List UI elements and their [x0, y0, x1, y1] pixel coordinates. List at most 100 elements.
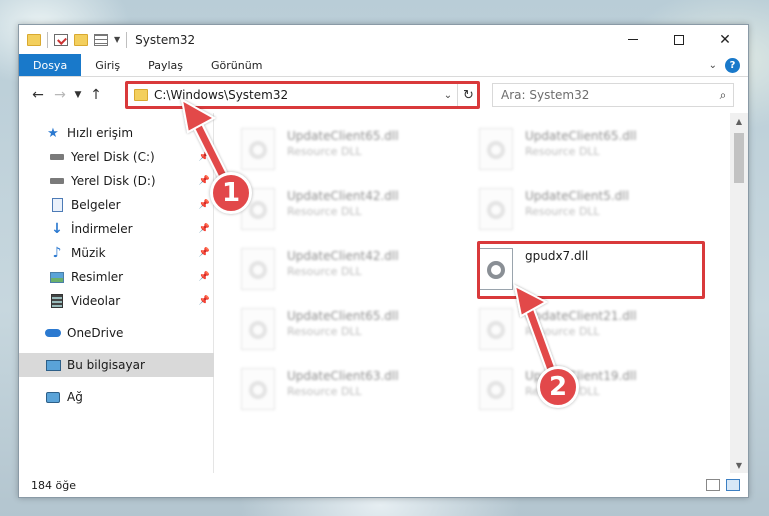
pin-icon[interactable]: 📌 [199, 176, 210, 186]
nav-label: Yerel Disk (D:) [71, 174, 156, 188]
quick-access-toolbar: ▼ [19, 31, 128, 48]
back-arrow-icon[interactable]: ← [27, 87, 49, 103]
pin-icon[interactable]: 📌 [199, 272, 210, 282]
tiles-view-icon[interactable] [726, 479, 740, 491]
tab-home[interactable]: Giriş [81, 54, 134, 76]
file-name: UpdateClient42.dll [287, 249, 399, 263]
scroll-thumb[interactable] [734, 133, 744, 183]
close-icon: ✕ [719, 31, 731, 48]
close-button[interactable]: ✕ [702, 25, 748, 54]
tab-file[interactable]: Dosya [19, 54, 82, 76]
documents-icon [49, 198, 65, 212]
pin-icon[interactable]: 📌 [199, 152, 210, 162]
details-view-icon[interactable] [706, 479, 720, 491]
ribbon-tabs: Dosya Giriş Paylaş Görünüm ⌄ ? [19, 54, 748, 77]
file-name: UpdateClient65.dll [287, 129, 399, 143]
minimize-button[interactable] [610, 25, 656, 54]
window-title: System32 [135, 32, 196, 47]
nav-label: İndirmeler [71, 222, 133, 236]
file-name: UpdateClient42.dll [287, 189, 399, 203]
nav-label: Videolar [71, 294, 121, 308]
nav-item-documents[interactable]: Belgeler 📌 [19, 193, 214, 217]
file-type: Resource DLL [525, 145, 600, 158]
nav-label: Yerel Disk (C:) [71, 150, 155, 164]
scroll-up-icon[interactable]: ▲ [730, 113, 748, 129]
network-icon [45, 390, 61, 404]
search-input[interactable] [501, 88, 713, 102]
dll-file-icon [479, 308, 513, 350]
file-type: Resource DLL [525, 325, 600, 338]
file-item[interactable]: UpdateClient63.dll Resource DLL [215, 363, 415, 415]
nav-this-pc[interactable]: Bu bilgisayar [19, 353, 214, 377]
dll-file-icon [241, 128, 275, 170]
file-type: Resource DLL [287, 265, 362, 278]
pictures-icon [49, 270, 65, 284]
folder-icon[interactable] [27, 33, 41, 46]
pin-icon[interactable]: 📌 [199, 224, 210, 234]
help-icon[interactable]: ? [725, 57, 740, 73]
up-arrow-icon[interactable]: ↑ [85, 87, 107, 103]
dll-file-icon [479, 368, 513, 410]
file-item[interactable]: UpdateClient42.dll Resource DLL [215, 243, 415, 295]
nav-item-downloads[interactable]: ↓ İndirmeler 📌 [19, 217, 214, 241]
properties-icon[interactable] [54, 33, 68, 46]
maximize-button[interactable] [656, 25, 702, 54]
file-item[interactable]: UpdateClient5.dll Resource DLL [453, 183, 653, 235]
file-item[interactable]: UpdateClient65.dll Resource DLL [215, 303, 415, 355]
nav-item-local-disk-d[interactable]: Yerel Disk (D:) 📌 [19, 169, 214, 193]
dll-file-icon [479, 128, 513, 170]
nav-onedrive[interactable]: OneDrive [19, 321, 214, 345]
music-icon: ♪ [52, 245, 62, 261]
nav-item-local-disk-c[interactable]: Yerel Disk (C:) 📌 [19, 145, 214, 169]
new-folder-icon[interactable] [74, 33, 88, 46]
dll-file-icon [241, 368, 275, 410]
nav-quick-access[interactable]: ★ Hızlı erişim [19, 121, 214, 145]
address-bar-row: ← → ▼ ↑ C:\Windows\System32 ⌄ ↻ ⌕ [19, 78, 748, 112]
nav-item-videos[interactable]: Videolar 📌 [19, 289, 214, 313]
nav-item-pictures[interactable]: Resimler 📌 [19, 265, 214, 289]
file-type: Resource DLL [287, 385, 362, 398]
downloads-icon: ↓ [51, 221, 63, 237]
file-name: UpdateClient63.dll [287, 369, 399, 383]
toolbar-divider [126, 31, 128, 48]
search-icon[interactable]: ⌕ [713, 88, 733, 103]
computer-icon [45, 358, 61, 372]
nav-network[interactable]: Ağ [19, 385, 214, 409]
nav-label: OneDrive [67, 326, 124, 340]
nav-label: Hızlı erişim [67, 126, 134, 140]
cloud-icon [45, 326, 61, 340]
drive-icon [49, 150, 65, 164]
expand-ribbon-icon[interactable]: ⌄ [709, 60, 717, 71]
status-bar: 184 öğe [19, 473, 748, 497]
pin-icon[interactable]: 📌 [199, 296, 210, 306]
toolbar-divider [47, 31, 48, 48]
customize-toolbar-icon[interactable]: ▼ [114, 35, 120, 44]
ribbon-right-controls: ⌄ ? [709, 54, 748, 76]
step-badge-2: 2 [537, 366, 579, 408]
file-list: UpdateClient65.dll Resource DLL UpdateCli… [215, 113, 730, 473]
forward-arrow-icon[interactable]: → [49, 87, 71, 103]
view-icon[interactable] [94, 33, 108, 46]
file-item[interactable]: UpdateClient65.dll Resource DLL [453, 123, 653, 175]
nav-item-music[interactable]: ♪ Müzik 📌 [19, 241, 214, 265]
file-type: Resource DLL [287, 145, 362, 158]
search-box[interactable]: ⌕ [492, 83, 734, 107]
pin-icon[interactable]: 📌 [199, 200, 210, 210]
address-highlight-box [125, 81, 480, 109]
tab-share[interactable]: Paylaş [134, 54, 197, 76]
dll-file-icon [241, 248, 275, 290]
file-name: UpdateClient21.dll [525, 309, 637, 323]
file-item[interactable]: UpdateClient21.dll Resource DLL [453, 303, 653, 355]
title-bar: ▼ System32 ✕ [19, 25, 748, 54]
nav-label: Belgeler [71, 198, 121, 212]
window-controls: ✕ [610, 25, 748, 54]
file-item[interactable]: UpdateClient65.dll Resource DLL [215, 123, 415, 175]
item-count: 184 öğe [31, 478, 76, 492]
scroll-down-icon[interactable]: ▼ [730, 457, 748, 473]
pin-icon[interactable]: 📌 [199, 248, 210, 258]
videos-icon [49, 294, 65, 308]
recent-locations-icon[interactable]: ▼ [71, 90, 85, 100]
file-type: Resource DLL [525, 205, 600, 218]
vertical-scrollbar[interactable]: ▲ ▼ [730, 113, 748, 473]
tab-view[interactable]: Görünüm [197, 54, 276, 76]
